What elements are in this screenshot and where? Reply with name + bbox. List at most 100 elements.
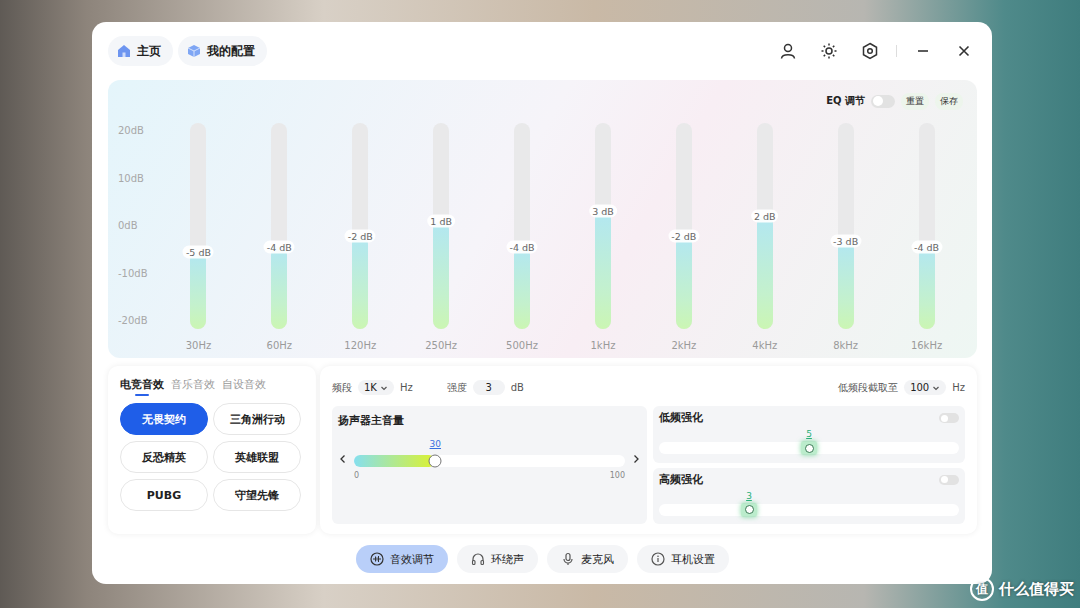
enhancer-title: 低频强化: [659, 411, 703, 425]
preset-tab[interactable]: 音乐音效: [171, 378, 215, 395]
volume-slider[interactable]: 30 0 100: [354, 437, 625, 480]
close-icon[interactable]: [955, 42, 973, 60]
header-tab[interactable]: 我的配置: [178, 36, 267, 66]
reset-button[interactable]: 重置: [901, 93, 929, 110]
eq-chart: 20dB10dB0dB-10dB-20dB -5 dB 30Hz -4 dB 6…: [118, 123, 967, 351]
eq-toggle[interactable]: [871, 95, 895, 108]
preset-tab[interactable]: 电竞音效: [120, 378, 164, 395]
eq-slider[interactable]: -5 dB: [190, 123, 206, 329]
eq-slider[interactable]: -4 dB: [514, 123, 530, 329]
eq-slider[interactable]: -4 dB: [919, 123, 935, 329]
eq-value: -2 dB: [345, 230, 376, 243]
enhancer-slider[interactable]: 5: [659, 442, 959, 454]
volume-slider-row: 30 0 100: [338, 437, 641, 480]
eq-band: -3 dB 8kHz: [805, 123, 886, 351]
enhancer-card: 高频强化 3: [653, 468, 965, 525]
preset-button[interactable]: 英雄联盟: [213, 441, 301, 473]
eq-value: -4 dB: [507, 240, 538, 253]
eq-slider[interactable]: -4 dB: [271, 123, 287, 329]
eq-value: -4 dB: [264, 240, 295, 253]
enhancer-toggle[interactable]: [939, 475, 959, 485]
user-icon[interactable]: [779, 42, 797, 60]
band-unit: Hz: [400, 382, 413, 393]
eq-frequency: 500Hz: [506, 340, 538, 351]
settings-icon[interactable]: [861, 42, 879, 60]
eq-frequency: 8kHz: [833, 340, 858, 351]
axis-label: 0dB: [118, 219, 158, 233]
strength-label: 强度: [447, 381, 467, 395]
eq-frequency: 2kHz: [671, 340, 696, 351]
volume-card: 扬声器主音量 30 0 100: [332, 406, 647, 524]
eq-value: 2 dB: [751, 209, 779, 222]
eq-title: EQ 调节: [826, 94, 865, 108]
eq-band: -5 dB 30Hz: [158, 123, 239, 351]
eq-band: -4 dB 60Hz: [239, 123, 320, 351]
enhancer-slider[interactable]: 3: [659, 504, 959, 516]
nav-button[interactable]: 耳机设置: [637, 545, 729, 573]
preset-button[interactable]: 守望先锋: [213, 479, 301, 511]
axis-label: 20dB: [118, 124, 158, 138]
eq-fill: [595, 211, 611, 329]
eq-slider[interactable]: -2 dB: [676, 123, 692, 329]
band-dropdown[interactable]: 1K: [358, 380, 394, 395]
enhancer-title: 高频强化: [659, 473, 703, 487]
preset-list: 无畏契约三角洲行动反恐精英英雄联盟PUBG守望先锋: [120, 403, 304, 511]
eq-slider[interactable]: 2 dB: [757, 123, 773, 329]
window-controls: [779, 42, 973, 60]
eq-slider[interactable]: 1 dB: [433, 123, 449, 329]
bottom-section: 电竞音效音乐音效自设音效 无畏契约三角洲行动反恐精英英雄联盟PUBG守望先锋 频…: [108, 366, 977, 534]
header-tab[interactable]: 主页: [108, 36, 173, 66]
eq-frequency: 250Hz: [425, 340, 457, 351]
enhancer-knob[interactable]: [801, 441, 817, 455]
nav-button[interactable]: 音效调节: [356, 545, 448, 573]
watermark: 值 什么值得买: [970, 577, 1074, 601]
enhancer-toggle[interactable]: [939, 413, 959, 423]
volume-title: 扬声器主音量: [338, 414, 641, 428]
watermark-logo: 值: [970, 577, 994, 601]
eq-slider[interactable]: -2 dB: [352, 123, 368, 329]
preset-button[interactable]: 反恐精英: [120, 441, 208, 473]
axis-label: -10dB: [118, 267, 158, 281]
preset-button[interactable]: 三角洲行动: [213, 403, 301, 435]
enhancer-value: 3: [746, 491, 752, 501]
chevron-left-icon[interactable]: [338, 454, 348, 464]
axis-label: -20dB: [118, 314, 158, 328]
nav-button[interactable]: 环绕声: [457, 545, 538, 573]
lowcut-dropdown[interactable]: 100: [904, 380, 946, 395]
eq-band: -2 dB 120Hz: [320, 123, 401, 351]
preset-button[interactable]: PUBG: [120, 479, 208, 511]
cube-icon: [187, 44, 201, 58]
eq-value: 3 dB: [589, 204, 617, 217]
eq-slider[interactable]: -3 dB: [838, 123, 854, 329]
control-cards: 扬声器主音量 30 0 100 低频强化 5 高频强化 3: [332, 406, 965, 524]
save-button[interactable]: 保存: [935, 93, 963, 110]
minimize-icon[interactable]: [914, 42, 932, 60]
preset-tab[interactable]: 自设音效: [222, 378, 266, 395]
watermark-text: 什么值得买: [999, 580, 1074, 599]
enhancer-knob[interactable]: [741, 503, 757, 517]
microphone-icon: [561, 552, 575, 566]
eq-frequency: 16kHz: [911, 340, 942, 351]
preset-button[interactable]: 无畏契约: [120, 403, 208, 435]
eq-fill: [190, 252, 206, 329]
eq-fill: [433, 221, 449, 329]
eq-band: -2 dB 2kHz: [643, 123, 724, 351]
lowcut-unit: Hz: [952, 382, 965, 393]
volume-knob[interactable]: [429, 455, 442, 468]
strength-unit: dB: [511, 382, 524, 393]
brightness-icon[interactable]: [820, 42, 838, 60]
eq-value: -3 dB: [830, 235, 861, 248]
strength-field[interactable]: 3: [473, 380, 505, 395]
separator: [896, 45, 897, 57]
chevron-right-icon[interactable]: [631, 454, 641, 464]
nav-button[interactable]: 麦克风: [547, 545, 628, 573]
info-icon: [651, 552, 665, 566]
bottom-nav: 音效调节 环绕声 麦克风 耳机设置: [108, 545, 977, 573]
eq-fill: [757, 216, 773, 329]
band-settings: 频段 1K Hz 强度 3 dB 低频段截取至 100 Hz: [332, 380, 965, 395]
header: 主页 我的配置: [108, 36, 977, 66]
eq-value: -4 dB: [911, 240, 942, 253]
eq-slider[interactable]: 3 dB: [595, 123, 611, 329]
eq-value: -2 dB: [668, 230, 699, 243]
eq-toolbar: EQ 调节 重置 保存: [118, 92, 967, 110]
